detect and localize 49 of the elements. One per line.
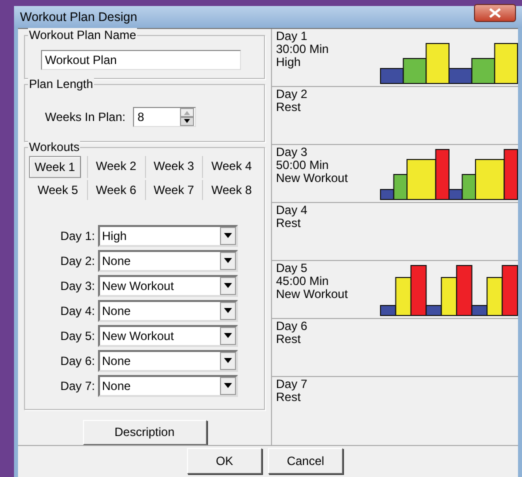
workout-dropdown[interactable]: High <box>98 224 238 247</box>
dropdown-arrow-icon <box>224 308 232 314</box>
group-label: Workout Plan Name <box>28 28 138 42</box>
day-summary: Day 6 Rest <box>276 318 308 346</box>
workout-dropdown[interactable]: None <box>98 300 238 322</box>
dropdown-arrow-icon <box>224 383 232 388</box>
day-summary: Day 4 Rest <box>276 202 308 230</box>
day-summary: Day 7 Rest <box>276 376 308 404</box>
dialog-button[interactable]: Cancel <box>268 448 343 474</box>
day-label: Day 1: <box>59 228 95 243</box>
day-label: Day 5: <box>59 328 95 343</box>
weeks-spinner[interactable]: 8 <box>133 106 196 127</box>
day-label: Day 2: <box>59 254 95 268</box>
workout-dropdown[interactable]: None <box>98 250 238 272</box>
week-tab[interactable]: Week 3 <box>144 156 202 178</box>
day-summary: Day 1 30:00 Min High <box>276 28 329 69</box>
week-tab[interactable]: Week 1 <box>29 156 81 178</box>
description-button[interactable]: Description <box>82 420 206 445</box>
dialog-button[interactable]: OK <box>187 448 262 474</box>
spin-arrows-icon[interactable] <box>180 108 194 126</box>
workout-dropdown[interactable]: New Workout <box>98 274 238 297</box>
window-title: Workout Plan Design <box>20 10 138 24</box>
workout-dropdown[interactable]: New Workout <box>98 324 238 347</box>
name-field[interactable]: Workout Plan <box>41 50 241 70</box>
workout-dropdown[interactable]: None <box>98 374 238 397</box>
day-label: Day 3: <box>59 278 95 293</box>
dropdown-arrow-icon <box>224 233 232 238</box>
week-tab[interactable]: Week 6 <box>86 180 144 200</box>
dropdown-arrow-icon <box>224 283 232 288</box>
day-summary: Day 5 45:00 Min New Workout <box>276 260 348 301</box>
field-label: Weeks In Plan: <box>45 110 126 124</box>
day-label: Day 4: <box>59 304 95 318</box>
day-label: Day 6: <box>59 354 95 368</box>
day-label: Day 7: <box>59 378 95 393</box>
day-summary: Day 2 Rest <box>276 86 308 114</box>
week-tab[interactable]: Week 4 <box>202 156 260 178</box>
dropdown-arrow-icon <box>224 258 232 264</box>
week-tab[interactable]: Week 8 <box>202 180 260 200</box>
close-icon <box>489 8 501 18</box>
close-button[interactable] <box>474 4 516 22</box>
week-tab[interactable]: Week 2 <box>86 156 144 178</box>
group-label: Workouts <box>28 140 80 154</box>
dropdown-arrow-icon <box>224 333 232 338</box>
week-tab[interactable]: Week 7 <box>144 180 202 200</box>
dropdown-arrow-icon <box>224 358 232 364</box>
day-summary: Day 3 50:00 Min New Workout <box>276 144 348 185</box>
week-tab[interactable]: Week 5 <box>29 180 87 200</box>
group-label: Plan Length <box>28 76 94 91</box>
workout-dropdown[interactable]: None <box>98 350 238 372</box>
